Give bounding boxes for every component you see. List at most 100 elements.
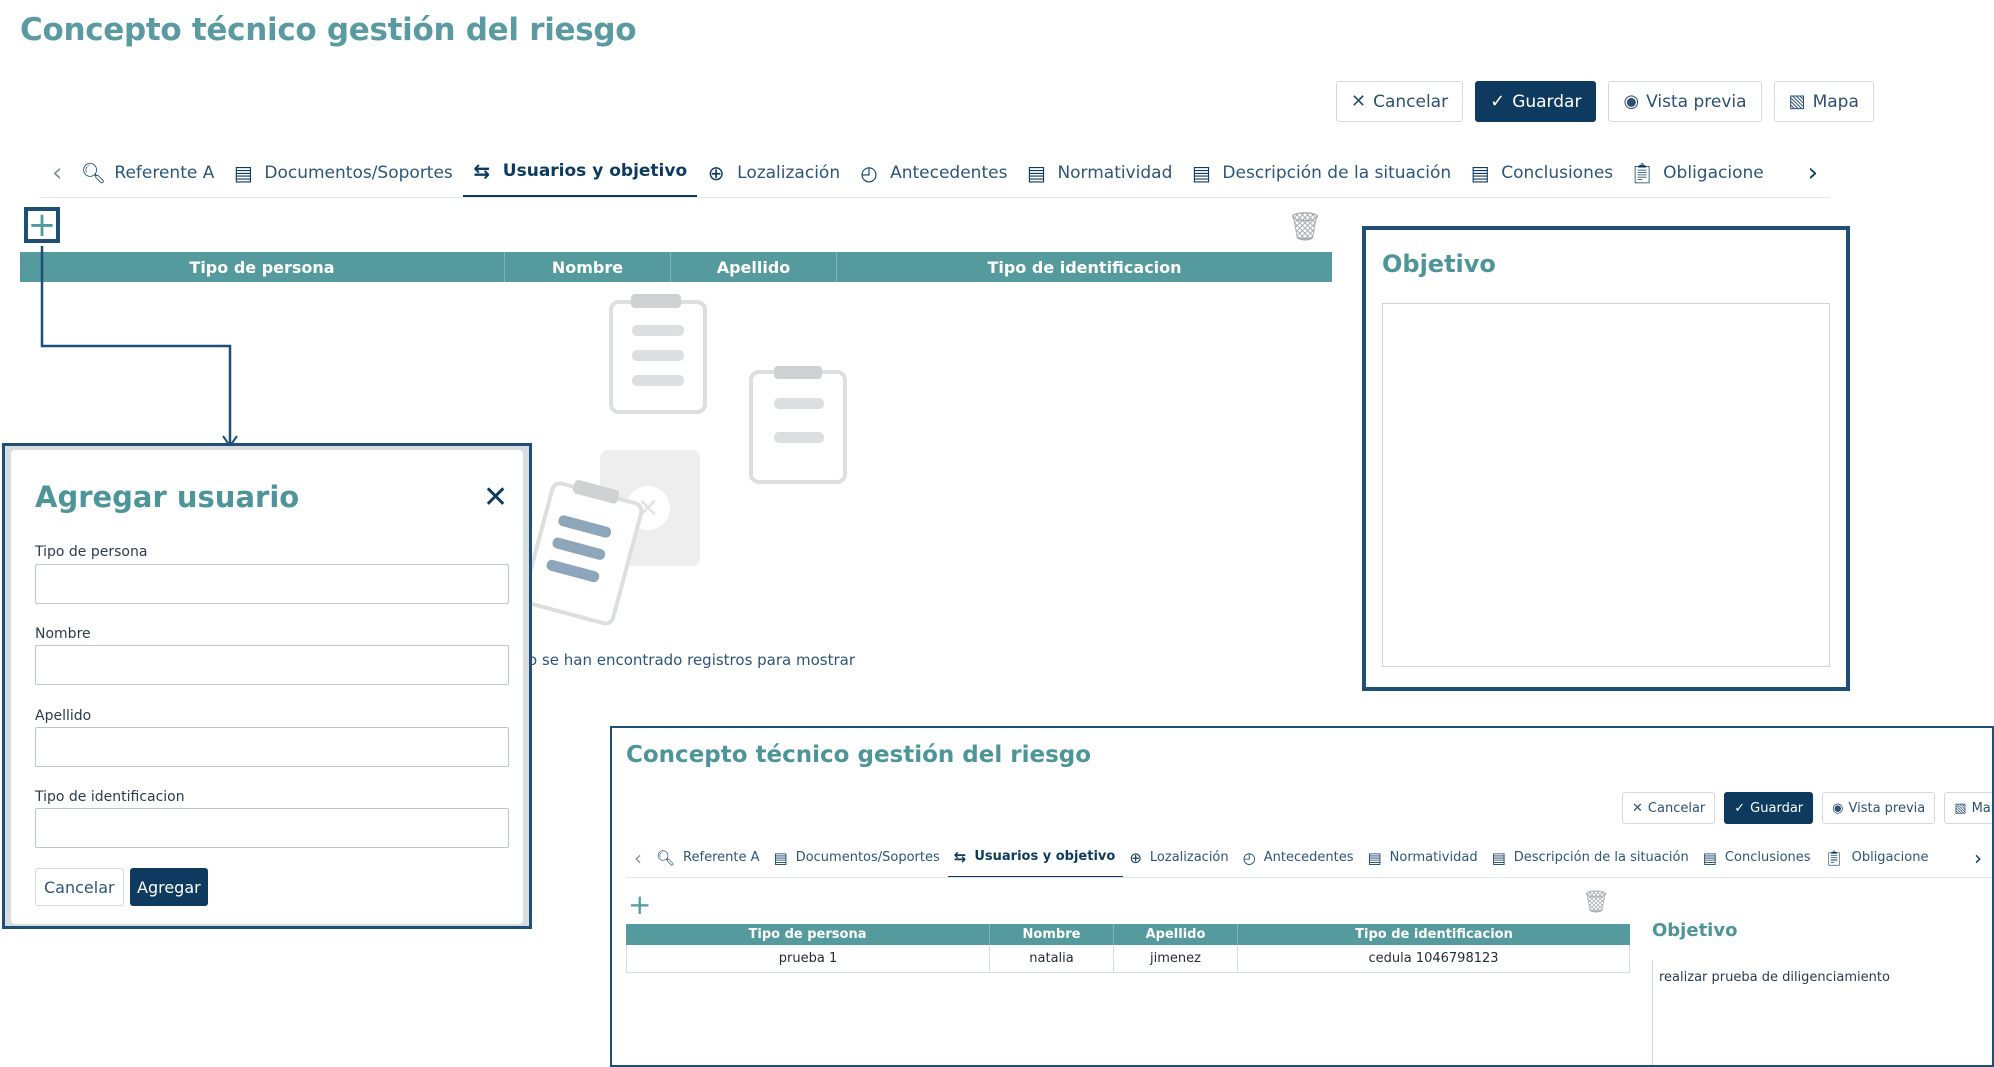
inset-cancel-label: Cancelar bbox=[1647, 800, 1706, 816]
inset-tab-label: Referente A bbox=[683, 850, 760, 865]
column-header[interactable]: Nombre bbox=[505, 252, 671, 282]
clipboard-icon: 📋︎ bbox=[1824, 848, 1844, 867]
history-icon: ◴ bbox=[860, 160, 878, 185]
objetivo-textarea[interactable] bbox=[1382, 303, 1830, 667]
column-header[interactable]: Tipo de persona bbox=[20, 252, 505, 282]
tab-label: Antecedentes bbox=[890, 162, 1008, 183]
target-icon: ⊕ bbox=[1129, 848, 1142, 867]
inset-objetivo-title: Objetivo bbox=[1652, 920, 1738, 941]
tipo-persona-input[interactable] bbox=[35, 564, 509, 604]
modal-overlay: Agregar usuario ✕ Tipo de persona Nombre… bbox=[2, 443, 532, 929]
column-header[interactable]: Nombre bbox=[990, 924, 1114, 945]
tab-antecedentes[interactable]: ◴ Antecedentes bbox=[850, 148, 1017, 197]
close-icon: ✕ bbox=[1351, 90, 1367, 112]
column-header[interactable]: Tipo de identificacion bbox=[1238, 924, 1630, 945]
table-header: Tipo de persona Nombre Apellido Tipo de … bbox=[626, 924, 1630, 945]
column-header[interactable]: Tipo de identificacion bbox=[837, 252, 1332, 282]
document-icon: ▤ bbox=[1702, 848, 1717, 867]
column-header[interactable]: Tipo de persona bbox=[626, 924, 990, 945]
search-doc-icon: 🔍︎ bbox=[656, 848, 676, 867]
apellido-input[interactable] bbox=[35, 727, 509, 767]
swap-icon: ⇆ bbox=[473, 159, 491, 183]
close-icon[interactable]: ✕ bbox=[483, 480, 508, 515]
trash-icon[interactable]: 🗑︎ bbox=[1582, 890, 1610, 915]
inset-cancel-button[interactable]: ✕ Cancelar bbox=[1622, 792, 1716, 824]
preview-button[interactable]: ◉ Vista previa bbox=[1608, 81, 1762, 122]
users-table-header: Tipo de persona Nombre Apellido Tipo de … bbox=[20, 252, 1332, 282]
inset-tab-label: Obligacione bbox=[1851, 850, 1929, 865]
inset-tab[interactable]: ▤ Documentos/Soportes bbox=[768, 838, 948, 877]
inset-tab[interactable]: 📋︎ Obligacione bbox=[1819, 838, 1937, 877]
inset-page-title: Concepto técnico gestión del riesgo bbox=[626, 742, 1092, 768]
inset-tab-label: Documentos/Soportes bbox=[795, 850, 940, 865]
inset-tab-label: Descripción de la situación bbox=[1513, 850, 1689, 865]
history-icon: ◴ bbox=[1242, 848, 1256, 867]
inset-tab[interactable]: ▤ Normatividad bbox=[1361, 838, 1485, 877]
table-cell: natalia bbox=[990, 945, 1114, 972]
trash-icon[interactable]: 🗑︎ bbox=[1287, 210, 1323, 243]
chevron-left-icon[interactable]: ‹ bbox=[40, 158, 74, 188]
table-cell: cedula 1046798123 bbox=[1368, 951, 1499, 966]
toolbar: ✕ Cancelar ✓ Guardar ◉ Vista previa ▧ Ma… bbox=[1336, 81, 1874, 122]
tab-normatividad[interactable]: ▤ Normatividad bbox=[1017, 148, 1182, 197]
plus-icon[interactable]: + bbox=[628, 888, 651, 921]
inset-save-button[interactable]: ✓ Guardar bbox=[1724, 792, 1814, 824]
inset-tab[interactable]: 🔍︎ Referente A bbox=[650, 838, 768, 877]
swap-icon: ⇆ bbox=[953, 847, 967, 866]
tab-label: Normatividad bbox=[1057, 162, 1173, 183]
tab-referente-a[interactable]: 🔍︎ Referente A bbox=[74, 148, 224, 197]
map-button[interactable]: ▧ Mapa bbox=[1773, 81, 1874, 122]
inset-tab[interactable]: ⊕ Lozalización bbox=[1123, 838, 1236, 877]
table-cell: jimenez bbox=[1114, 945, 1238, 972]
save-button[interactable]: ✓ Guardar bbox=[1475, 81, 1597, 122]
svg-text:✕: ✕ bbox=[637, 494, 659, 524]
tab-localizacion[interactable]: ⊕ Lozalización bbox=[697, 148, 850, 197]
tab-bar: ‹ 🔍︎ Referente A ▤ Documentos/Soportes ⇆… bbox=[40, 148, 1830, 198]
inset-tab[interactable]: ▤ Conclusiones bbox=[1697, 838, 1819, 877]
column-header[interactable]: Apellido bbox=[1114, 924, 1238, 945]
inset-tab-label: Normatividad bbox=[1389, 850, 1478, 865]
document-icon: ▤ bbox=[773, 848, 788, 867]
tab-obligaciones[interactable]: 📋︎ Obligacione bbox=[1623, 148, 1774, 197]
inset-tab[interactable]: ◴ Antecedentes bbox=[1237, 838, 1362, 877]
document-icon: ▤ bbox=[1026, 160, 1046, 185]
check-icon: ✓ bbox=[1490, 90, 1506, 112]
inset-map-button[interactable]: ▧ Mapa bbox=[1944, 792, 1992, 824]
nombre-input[interactable] bbox=[35, 645, 509, 685]
inset-tab-label: Usuarios y objetivo bbox=[974, 849, 1116, 864]
inset-tab[interactable]: ▤ Descripción de la situación bbox=[1486, 838, 1697, 877]
tab-documentos-soportes[interactable]: ▤ Documentos/Soportes bbox=[224, 148, 462, 197]
chevron-right-icon[interactable]: › bbox=[1793, 157, 1830, 188]
eye-icon: ◉ bbox=[1623, 90, 1640, 112]
tab-label: Conclusiones bbox=[1501, 162, 1614, 183]
objetivo-title: Objetivo bbox=[1382, 250, 1496, 278]
add-user-button[interactable]: + bbox=[24, 207, 60, 243]
tipo-identificacion-input[interactable] bbox=[35, 808, 509, 848]
inset-tab-label: Antecedentes bbox=[1263, 850, 1354, 865]
chevron-left-icon[interactable]: ‹ bbox=[626, 846, 650, 870]
tab-usuarios-objetivo[interactable]: ⇆ Usuarios y objetivo bbox=[462, 148, 698, 197]
document-icon: ▤ bbox=[1491, 848, 1506, 867]
inset-users-table: Tipo de persona Nombre Apellido Tipo de … bbox=[626, 924, 1630, 973]
modal-add-button[interactable]: Agregar bbox=[130, 868, 208, 906]
tab-descripcion-situacion[interactable]: ▤ Descripción de la situación bbox=[1182, 148, 1461, 197]
modal-cancel-button[interactable]: Cancelar bbox=[35, 868, 124, 906]
document-icon: ▤ bbox=[1470, 160, 1490, 185]
chevron-right-icon[interactable]: › bbox=[1964, 845, 1990, 870]
preview-button-label: Vista previa bbox=[1646, 91, 1747, 112]
modal-title: Agregar usuario bbox=[35, 480, 300, 514]
tab-conclusiones[interactable]: ▤ Conclusiones bbox=[1461, 148, 1623, 197]
inset-objetivo-textarea[interactable]: realizar prueba de diligenciamiento bbox=[1652, 960, 1992, 1065]
objetivo-panel: Objetivo bbox=[1362, 226, 1850, 691]
result-preview-inset: Concepto técnico gestión del riesgo ✕ Ca… bbox=[610, 726, 1994, 1067]
inset-tab-label: Lozalización bbox=[1149, 850, 1229, 865]
document-icon: ▤ bbox=[1191, 160, 1211, 185]
inset-tab-active[interactable]: ⇆ Usuarios y objetivo bbox=[947, 838, 1124, 877]
cancel-button-label: Cancelar bbox=[1373, 91, 1449, 112]
table-row[interactable]: prueba 1 natalia jimenez cedula 10467981… bbox=[626, 945, 1630, 973]
column-header[interactable]: Apellido bbox=[671, 252, 837, 282]
target-icon: ⊕ bbox=[707, 160, 725, 185]
inset-preview-button[interactable]: ◉ Vista previa bbox=[1822, 792, 1936, 824]
eye-icon: ◉ bbox=[1832, 800, 1844, 816]
cancel-button[interactable]: ✕ Cancelar bbox=[1336, 81, 1464, 122]
